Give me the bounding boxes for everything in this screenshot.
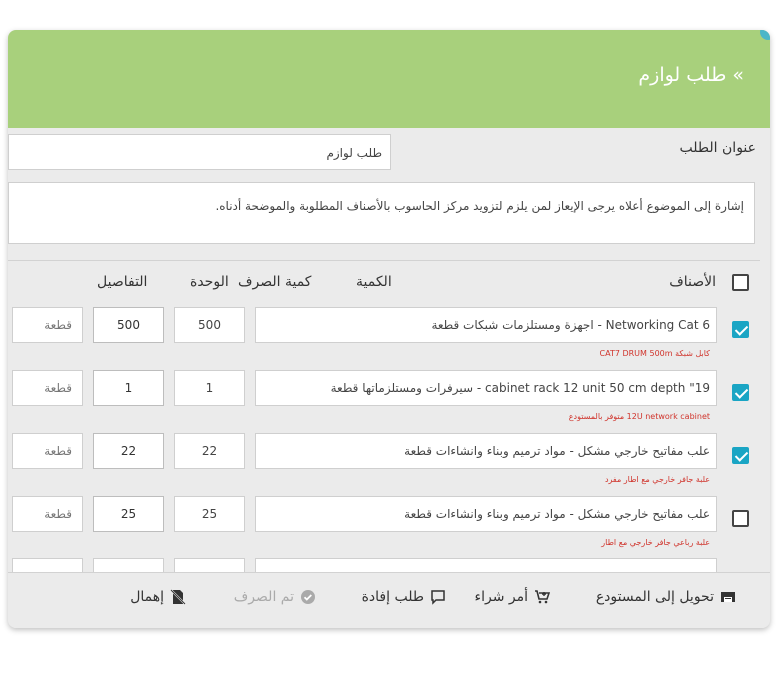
transfer-to-warehouse-button[interactable]: تحويل إلى المستودع bbox=[596, 589, 736, 605]
row-item-field-partial[interactable] bbox=[255, 558, 717, 572]
header-spent-quantity: كمية الصرف bbox=[238, 274, 312, 290]
row-unit-field-partial[interactable] bbox=[12, 558, 83, 572]
divider bbox=[8, 260, 760, 261]
header-items: الأصناف bbox=[669, 274, 716, 290]
warehouse-icon bbox=[721, 592, 735, 602]
row-quantity-field[interactable]: 25 bbox=[174, 496, 245, 532]
dialog-title: » طلب لوازم bbox=[638, 64, 744, 86]
header-quantity: الكمية bbox=[356, 274, 392, 290]
header-details: التفاصيل bbox=[97, 274, 148, 290]
header-unit: الوحدة bbox=[190, 274, 229, 290]
row-note: علبة رباعي جافر خارجي مع اطار bbox=[601, 538, 710, 547]
purchase-label: أمر شراء bbox=[474, 589, 529, 605]
row-spent-field[interactable]: 22 bbox=[93, 433, 164, 469]
row-quantity-field[interactable]: 1 bbox=[174, 370, 245, 406]
row-item-field[interactable]: Networking Cat 6 - اجهزة ومستلزمات شبكات… bbox=[255, 307, 717, 343]
dialog-footer: تحويل إلى المستودع أمر شراء طلب إفادة تم… bbox=[8, 572, 770, 628]
row-quantity-field[interactable]: 500 bbox=[174, 307, 245, 343]
row-spent-field[interactable]: 500 bbox=[93, 307, 164, 343]
purchase-order-button[interactable]: أمر شراء bbox=[474, 589, 550, 605]
mark-spent-button[interactable]: تم الصرف bbox=[234, 589, 316, 605]
row-unit-field[interactable]: قطعة bbox=[12, 307, 83, 343]
select-all-checkbox[interactable] bbox=[732, 274, 749, 291]
row-spent-field[interactable]: 25 bbox=[93, 496, 164, 532]
row-unit-field[interactable]: قطعة bbox=[12, 496, 83, 532]
row-quantity-field-partial[interactable] bbox=[174, 558, 245, 572]
transfer-label: تحويل إلى المستودع bbox=[595, 589, 714, 605]
row-spent-field-partial[interactable] bbox=[93, 558, 164, 572]
request-label: طلب إفادة bbox=[361, 589, 424, 605]
dialog-header: » طلب لوازم bbox=[8, 30, 770, 128]
row-checkbox[interactable] bbox=[732, 384, 749, 401]
done-label: تم الصرف bbox=[233, 589, 294, 605]
row-item-field[interactable]: 19" cabinet rack 12 unit 50 cm depth - س… bbox=[255, 370, 717, 406]
subject-field[interactable]: طلب لوازم bbox=[8, 134, 391, 170]
row-note: كابل شبكة CAT7 DRUM 500m bbox=[599, 349, 711, 358]
file-slash-icon bbox=[170, 589, 186, 605]
row-spent-field[interactable]: 1 bbox=[93, 370, 164, 406]
request-info-button[interactable]: طلب إفادة bbox=[362, 589, 446, 605]
row-item-field[interactable]: علب مفاتيح خارجي مشكل - مواد ترميم وبناء… bbox=[255, 433, 717, 469]
ignore-button[interactable]: إهمال bbox=[130, 589, 186, 605]
row-checkbox[interactable] bbox=[732, 321, 749, 338]
comment-icon bbox=[431, 590, 445, 605]
row-checkbox[interactable] bbox=[732, 510, 749, 527]
row-checkbox[interactable] bbox=[732, 447, 749, 464]
check-circle-icon bbox=[301, 590, 315, 604]
subject-label: عنوان الطلب bbox=[679, 140, 756, 156]
row-item-field[interactable]: علب مفاتيح خارجي مشكل - مواد ترميم وبناء… bbox=[255, 496, 717, 532]
row-note: 12U network cabinet متوفر بالمستودع bbox=[568, 412, 710, 421]
request-dialog: » طلب لوازم عنوان الطلب طلب لوازم إشارة … bbox=[8, 30, 770, 628]
ignore-label: إهمال bbox=[130, 589, 164, 605]
request-body-field[interactable]: إشارة إلى الموضوع أعلاه يرجى الإيعاز لمن… bbox=[8, 182, 755, 244]
request-body-text: إشارة إلى الموضوع أعلاه يرجى الإيعاز لمن… bbox=[215, 199, 744, 213]
row-unit-field[interactable]: قطعة bbox=[12, 370, 83, 406]
cart-plus-icon bbox=[535, 590, 550, 604]
subject-value: طلب لوازم bbox=[326, 146, 382, 160]
row-note: علبة جافر خارجي مع اطار مفرد bbox=[604, 475, 710, 484]
row-quantity-field[interactable]: 22 bbox=[174, 433, 245, 469]
row-unit-field[interactable]: قطعة bbox=[12, 433, 83, 469]
